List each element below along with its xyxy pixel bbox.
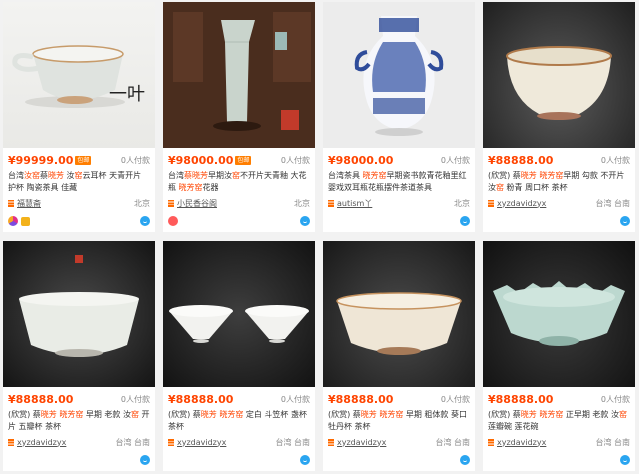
product-title[interactable]: (欣赏) 蔡晓芳 晓芳窑 正早期 老款 汝窑 莲瓣碗 莲花碗 — [488, 409, 630, 433]
product-title[interactable]: (欣赏) 蔡晓芳 晓芳窑 早期 粗体款 葵口 牡丹杯 茶杯 — [328, 409, 470, 433]
product-card[interactable]: ¥88888.00 0人付款 (欣赏) 蔡晓芳 晓芳窑 定白 斗笠杯 盏杯 茶杯… — [163, 241, 315, 471]
product-title[interactable]: (欣赏) 蔡晓芳 晓芳窑早期 勾款 不开片 汝窑 粉青 周口杯 茶杯 — [488, 170, 630, 194]
location: 北京 — [134, 198, 150, 208]
buyers-count: 0人付款 — [600, 394, 630, 404]
watermark: 一叶 — [109, 84, 145, 105]
wangwang-chat-icon[interactable] — [140, 455, 150, 465]
buyers-count: 0人付款 — [600, 155, 630, 165]
shop-link[interactable]: xyzdavidzyx — [488, 438, 546, 447]
shop-link[interactable]: 福慧斋 — [8, 198, 41, 209]
free-shipping-badge: 包邮 — [75, 155, 92, 165]
product-title[interactable]: (欣赏) 蔡晓芳 晓芳窑 早期 老款 汝窑 开片 五瓣杯 茶杯 — [8, 409, 150, 433]
location: 台湾 台南 — [115, 437, 150, 447]
wangwang-chat-icon[interactable] — [460, 216, 470, 226]
product-card[interactable]: ¥88888.00 0人付款 (欣赏) 蔡晓芳 晓芳窑 早期 老款 汝窑 开片 … — [3, 241, 155, 471]
brand-icon — [8, 216, 18, 226]
product-image[interactable] — [3, 241, 155, 387]
buyers-count: 0人付款 — [120, 155, 150, 165]
product-card[interactable]: ¥98000.00 包邮 0人付款 台湾蔡晓芳早期汝窑不开片天青釉 大花瓶 晓芳窑… — [163, 2, 315, 232]
shop-link[interactable]: xyzdavidzyx — [488, 199, 546, 208]
wangwang-chat-icon[interactable] — [300, 455, 310, 465]
shop-link[interactable]: autism丫 — [328, 198, 372, 209]
product-card[interactable]: 一叶 ¥99999.00 包邮 0人付款 台湾汝窑蔡晓芳 汝窑云耳杯 天青开片 护… — [3, 2, 155, 232]
product-price: ¥88888.00 — [168, 392, 234, 406]
wangwang-chat-icon[interactable] — [620, 455, 630, 465]
free-shipping-badge: 包邮 — [235, 155, 252, 165]
buyers-count: 0人付款 — [440, 394, 470, 404]
product-card[interactable]: ¥88888.00 0人付款 (欣赏) 蔡晓芳 晓芳窑 早期 粗体款 葵口 牡丹… — [323, 241, 475, 471]
shop-icon — [8, 438, 14, 446]
shop-icon — [328, 438, 334, 446]
shop-icon — [168, 199, 174, 207]
buyers-count: 0人付款 — [120, 394, 150, 404]
product-image[interactable] — [483, 241, 635, 387]
location: 台湾 台南 — [435, 437, 470, 447]
shop-icon — [8, 199, 14, 207]
product-image[interactable] — [323, 241, 475, 387]
product-image[interactable] — [483, 2, 635, 148]
product-grid: 一叶 ¥99999.00 包邮 0人付款 台湾汝窑蔡晓芳 汝窑云耳杯 天青开片 护… — [3, 2, 637, 472]
location: 台湾 台南 — [595, 437, 630, 447]
buyers-count: 0人付款 — [280, 155, 310, 165]
location: 台湾 台南 — [595, 198, 630, 208]
product-price: ¥88888.00 — [488, 153, 554, 167]
heart-icon — [168, 216, 178, 226]
location: 台湾 台南 — [275, 437, 310, 447]
shop-icon — [168, 438, 174, 446]
wangwang-chat-icon[interactable] — [620, 216, 630, 226]
product-price: ¥98000.00 — [328, 153, 394, 167]
product-title[interactable]: (欣赏) 蔡晓芳 晓芳窑 定白 斗笠杯 盏杯 茶杯 — [168, 409, 310, 433]
product-card[interactable]: ¥98000.00 0人付款 台湾茶具 晓芳窑早期瓷书款青花釉里红 婴戏双耳瓶花… — [323, 2, 475, 232]
wangwang-chat-icon[interactable] — [460, 455, 470, 465]
shop-link[interactable]: xyzdavidzyx — [8, 438, 66, 447]
product-price: ¥88888.00 — [488, 392, 554, 406]
product-card[interactable]: ¥88888.00 0人付款 (欣赏) 蔡晓芳 晓芳窑 正早期 老款 汝窑 莲瓣… — [483, 241, 635, 471]
location: 北京 — [454, 198, 470, 208]
product-title[interactable]: 台湾茶具 晓芳窑早期瓷书款青花釉里红 婴戏双耳瓶花瓶摆件茶道茶具 — [328, 170, 470, 194]
location: 北京 — [294, 198, 310, 208]
product-card[interactable]: ¥88888.00 0人付款 (欣赏) 蔡晓芳 晓芳窑早期 勾款 不开片 汝窑 … — [483, 2, 635, 232]
buyers-count: 0人付款 — [280, 394, 310, 404]
product-image[interactable] — [163, 2, 315, 148]
shop-icon — [328, 199, 334, 207]
product-image[interactable]: 一叶 — [3, 2, 155, 148]
product-price: ¥88888.00 — [8, 392, 74, 406]
shop-icon — [488, 199, 494, 207]
shop-link[interactable]: xyzdavidzyx — [328, 438, 386, 447]
shop-link[interactable]: 小民香谷阁 — [168, 198, 217, 209]
product-price: ¥88888.00 — [328, 392, 394, 406]
product-title[interactable]: 台湾汝窑蔡晓芳 汝窑云耳杯 天青开片 护杯 陶瓷茶具 佳藏 — [8, 170, 150, 194]
shop-link[interactable]: xyzdavidzyx — [168, 438, 226, 447]
shop-icon — [488, 438, 494, 446]
product-title[interactable]: 台湾蔡晓芳早期汝窑不开片天青釉 大花瓶 晓芳窑花器 — [168, 170, 310, 194]
product-image[interactable] — [323, 2, 475, 148]
wangwang-chat-icon[interactable] — [140, 216, 150, 226]
wangwang-chat-icon[interactable] — [300, 216, 310, 226]
crown-icon — [21, 216, 30, 226]
product-price: ¥99999.00 — [8, 153, 74, 167]
product-image[interactable] — [163, 241, 315, 387]
product-price: ¥98000.00 — [168, 153, 234, 167]
buyers-count: 0人付款 — [440, 155, 470, 165]
